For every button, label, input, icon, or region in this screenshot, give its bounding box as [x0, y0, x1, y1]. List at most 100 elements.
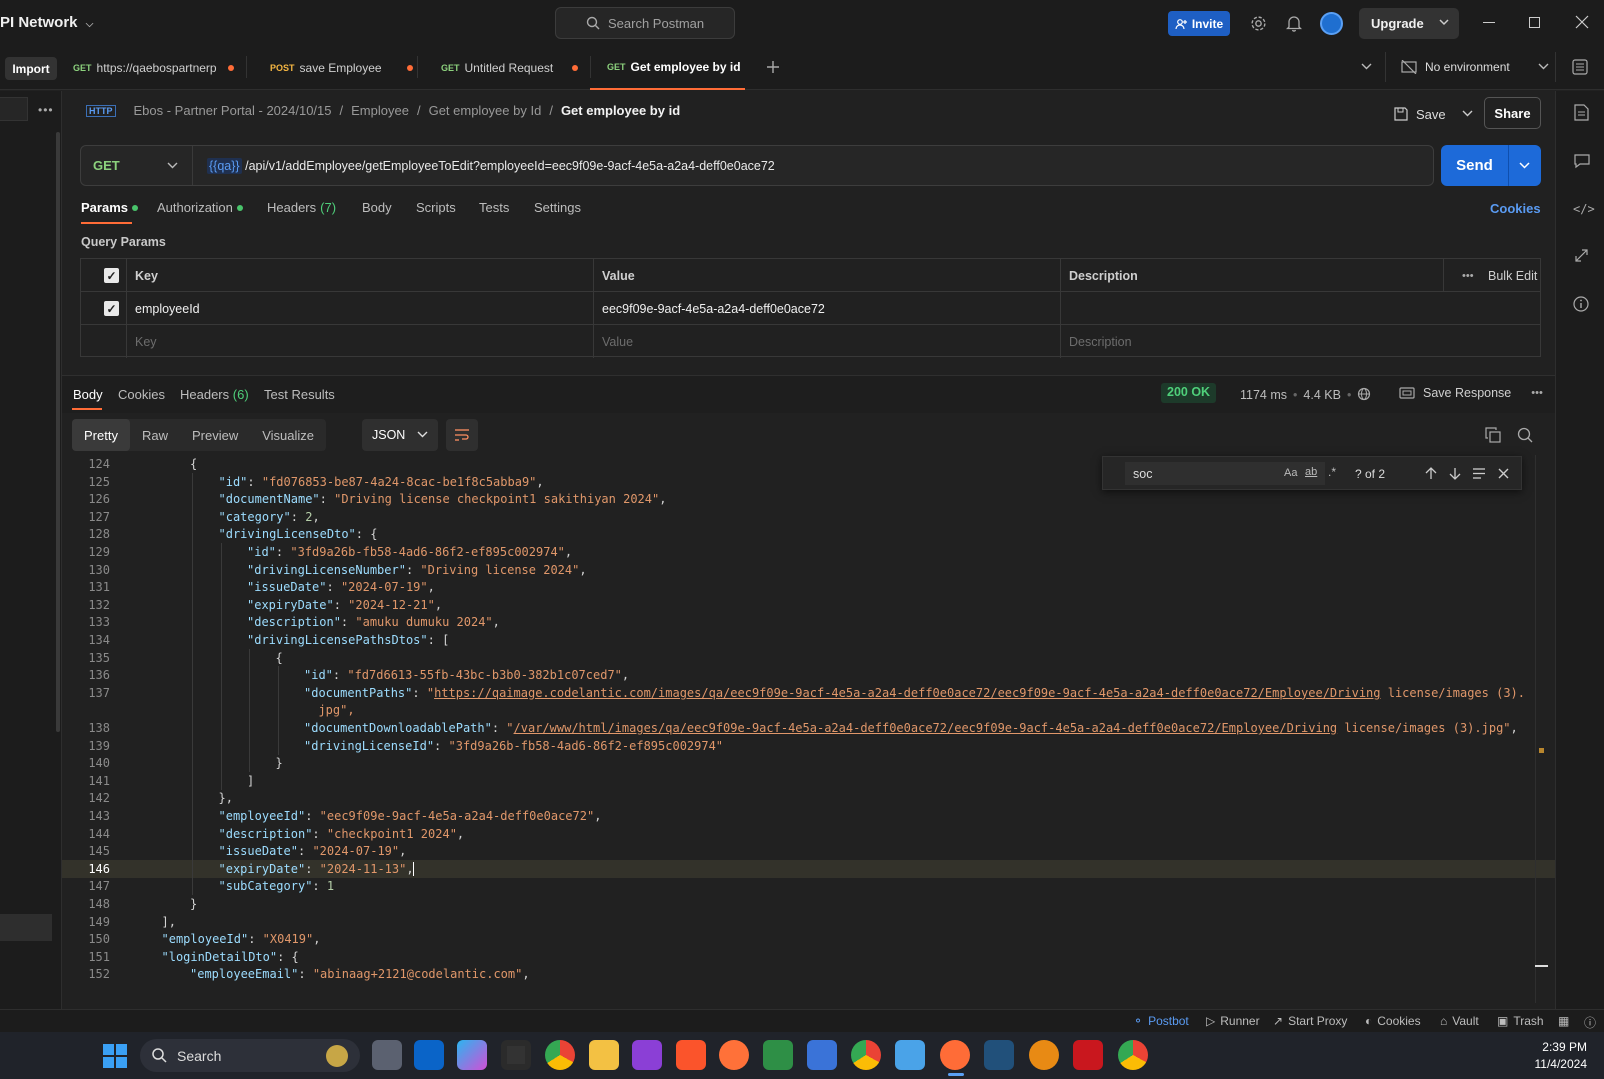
wrap-lines-button[interactable]	[446, 419, 478, 451]
new-key-input[interactable]: Key	[126, 325, 157, 358]
code-line[interactable]: 131 "issueDate": "2024-07-19",	[62, 578, 1555, 597]
whole-word-toggle[interactable]: ab	[1305, 466, 1317, 478]
code-line[interactable]: 144 "description": "checkpoint1 2024",	[62, 824, 1555, 843]
code-line[interactable]: 133 "description": "amuku dumuku 2024",	[62, 613, 1555, 632]
breadcrumb-folder[interactable]: Employee	[351, 103, 409, 118]
firefox-icon[interactable]	[719, 1040, 749, 1070]
taskbar-search[interactable]: Search	[140, 1039, 360, 1072]
meeting-app-icon[interactable]	[807, 1040, 837, 1070]
copilot-icon[interactable]	[457, 1040, 487, 1070]
workspace-switcher[interactable]: PI Network ⌵	[0, 14, 93, 31]
environment-select[interactable]: No environment	[1401, 56, 1549, 78]
invite-button[interactable]: Invite	[1168, 11, 1230, 36]
code-line[interactable]: jpg",	[62, 701, 1555, 720]
tab-scripts[interactable]: Scripts	[416, 200, 456, 215]
send-options-chevron-icon[interactable]	[1509, 161, 1530, 170]
regex-toggle-icon[interactable]: .*	[1328, 465, 1336, 479]
postbot-button[interactable]: ⚬ Postbot	[1133, 1014, 1189, 1028]
comments-icon[interactable]	[1574, 153, 1590, 169]
breadcrumb-subfolder[interactable]: Get employee by Id	[429, 103, 542, 118]
info-icon[interactable]	[1573, 296, 1589, 312]
code-line[interactable]: 146 "expiryDate": "2024-11-13",	[62, 859, 1555, 878]
settings-gear-icon[interactable]	[1250, 15, 1267, 32]
code-snippet-icon[interactable]: </>	[1573, 202, 1595, 216]
row-enabled-checkbox[interactable]: ✓	[95, 292, 119, 325]
response-format-select[interactable]: JSON	[362, 419, 438, 451]
help-icon[interactable]: ⓘ	[1584, 1014, 1596, 1031]
vpn-icon[interactable]	[1029, 1040, 1059, 1070]
column-options-more-icon[interactable]: •••	[1453, 259, 1474, 292]
notepad-icon[interactable]	[895, 1040, 925, 1070]
notifications-bell-icon[interactable]	[1286, 15, 1302, 32]
code-line[interactable]: 145 "issueDate": "2024-07-19",	[62, 842, 1555, 861]
code-line[interactable]: 151 "loginDetailDto": {	[62, 948, 1555, 966]
code-line[interactable]: 143 "employeeId": "eec9f09e-9acf-4e5a-a2a…	[62, 807, 1555, 825]
cookies-button[interactable]: ◐ Cookies	[1365, 1014, 1421, 1028]
environment-quick-look-icon[interactable]	[1572, 59, 1588, 75]
tab-tests[interactable]: Tests	[479, 200, 509, 215]
code-line[interactable]: 148}	[62, 895, 1555, 913]
param-value-input[interactable]: eec9f09e-9acf-4e5a-a2a4-deff0e0ace72	[593, 292, 825, 325]
window-restore-icon[interactable]	[1529, 17, 1540, 28]
close-find-icon[interactable]	[1498, 468, 1509, 479]
window-close-icon[interactable]	[1575, 15, 1589, 29]
brave-icon[interactable]	[676, 1040, 706, 1070]
view-mode-pretty[interactable]: Pretty	[72, 419, 130, 451]
tab-request-2[interactable]: POST save Employee	[270, 46, 413, 90]
code-line[interactable]: 150 "employeeId": "X0419",	[62, 930, 1555, 948]
chat-app-icon[interactable]	[763, 1040, 793, 1070]
request-title[interactable]: Get employee by id	[561, 103, 680, 118]
sidebar-selected-item[interactable]	[0, 914, 52, 941]
code-line[interactable]: 132 "expiryDate": "2024-12-21",	[62, 595, 1555, 614]
code-line[interactable]: 136 "id": "fd7d6613-55fb-43bc-b3b0-382b1c…	[62, 666, 1555, 685]
layout-grid-icon[interactable]: ▦	[1558, 1014, 1569, 1028]
cookies-link[interactable]: Cookies	[1490, 201, 1541, 216]
new-description-input[interactable]: Description	[1060, 325, 1132, 358]
param-description-input[interactable]	[1060, 292, 1540, 325]
tab-request-3[interactable]: GET Untitled Request	[441, 46, 579, 90]
tab-request-4[interactable]: GET Get employee by id	[590, 46, 745, 90]
network-globe-icon[interactable]	[1357, 387, 1372, 402]
method-select[interactable]: GET	[81, 146, 193, 185]
window-minimize-icon[interactable]	[1483, 22, 1495, 23]
postman-icon[interactable]	[940, 1040, 970, 1070]
screen-recorder-icon[interactable]	[501, 1040, 531, 1070]
view-mode-raw[interactable]: Raw	[130, 419, 180, 451]
bulk-edit-button[interactable]: Bulk Edit	[1479, 259, 1537, 292]
code-line[interactable]: 152 "employeeEmail": "abinaag+2121@codela…	[62, 965, 1555, 983]
intellij-icon[interactable]	[632, 1040, 662, 1070]
documentation-icon[interactable]	[1574, 104, 1589, 121]
share-button[interactable]: Share	[1484, 97, 1541, 129]
chrome-secondary-icon[interactable]	[1118, 1040, 1148, 1070]
chevron-down-icon[interactable]	[1462, 110, 1473, 118]
code-line[interactable]: 141]	[62, 771, 1555, 790]
tab-body[interactable]: Body	[362, 200, 392, 215]
start-proxy-button[interactable]: ↗ Start Proxy	[1273, 1014, 1347, 1028]
response-body-editor[interactable]: 124 {125 "id": "fd076853-be87-4a24-8cac-be…	[62, 455, 1555, 1003]
breadcrumb-collection[interactable]: Ebos - Partner Portal - 2024/10/15	[134, 103, 332, 118]
code-line[interactable]: 134 "drivingLicensePathsDtos": [	[62, 631, 1555, 649]
system-clock[interactable]: 2:39 PM 11/4/2024	[1517, 1040, 1588, 1071]
file-explorer-icon[interactable]	[589, 1040, 619, 1070]
response-tab-cookies[interactable]: Cookies	[118, 387, 165, 402]
search-icon[interactable]	[1517, 427, 1533, 443]
find-in-selection-icon[interactable]	[1472, 468, 1486, 479]
trash-button[interactable]: ▣ Trash	[1497, 1014, 1544, 1028]
code-line[interactable]: 142},	[62, 789, 1555, 808]
sidebar-more-icon[interactable]: •••	[38, 103, 54, 117]
response-tab-headers[interactable]: Headers (6)	[180, 387, 249, 402]
chrome-icon[interactable]	[545, 1040, 575, 1070]
pdf-reader-icon[interactable]	[1073, 1040, 1103, 1070]
more-options-icon[interactable]: •••	[1531, 387, 1543, 399]
upgrade-button[interactable]: Upgrade	[1359, 8, 1459, 39]
previous-match-arrow-up-icon[interactable]	[1425, 467, 1437, 480]
code-line[interactable]: 126 "documentName": "Driving license chec…	[62, 490, 1555, 509]
related-collections-icon[interactable]	[1574, 248, 1589, 263]
code-line[interactable]: 127 "category": 2,	[62, 507, 1555, 526]
view-mode-visualize[interactable]: Visualize	[250, 419, 326, 451]
tab-headers[interactable]: Headers (7)	[267, 200, 336, 215]
tab-request-1[interactable]: GET https://qaebospartnerp	[73, 46, 234, 90]
tab-settings[interactable]: Settings	[534, 200, 581, 215]
new-tab-plus-icon[interactable]	[766, 60, 780, 74]
code-line[interactable]: 137 "documentPaths": "https://qaimage.cod…	[62, 683, 1555, 702]
